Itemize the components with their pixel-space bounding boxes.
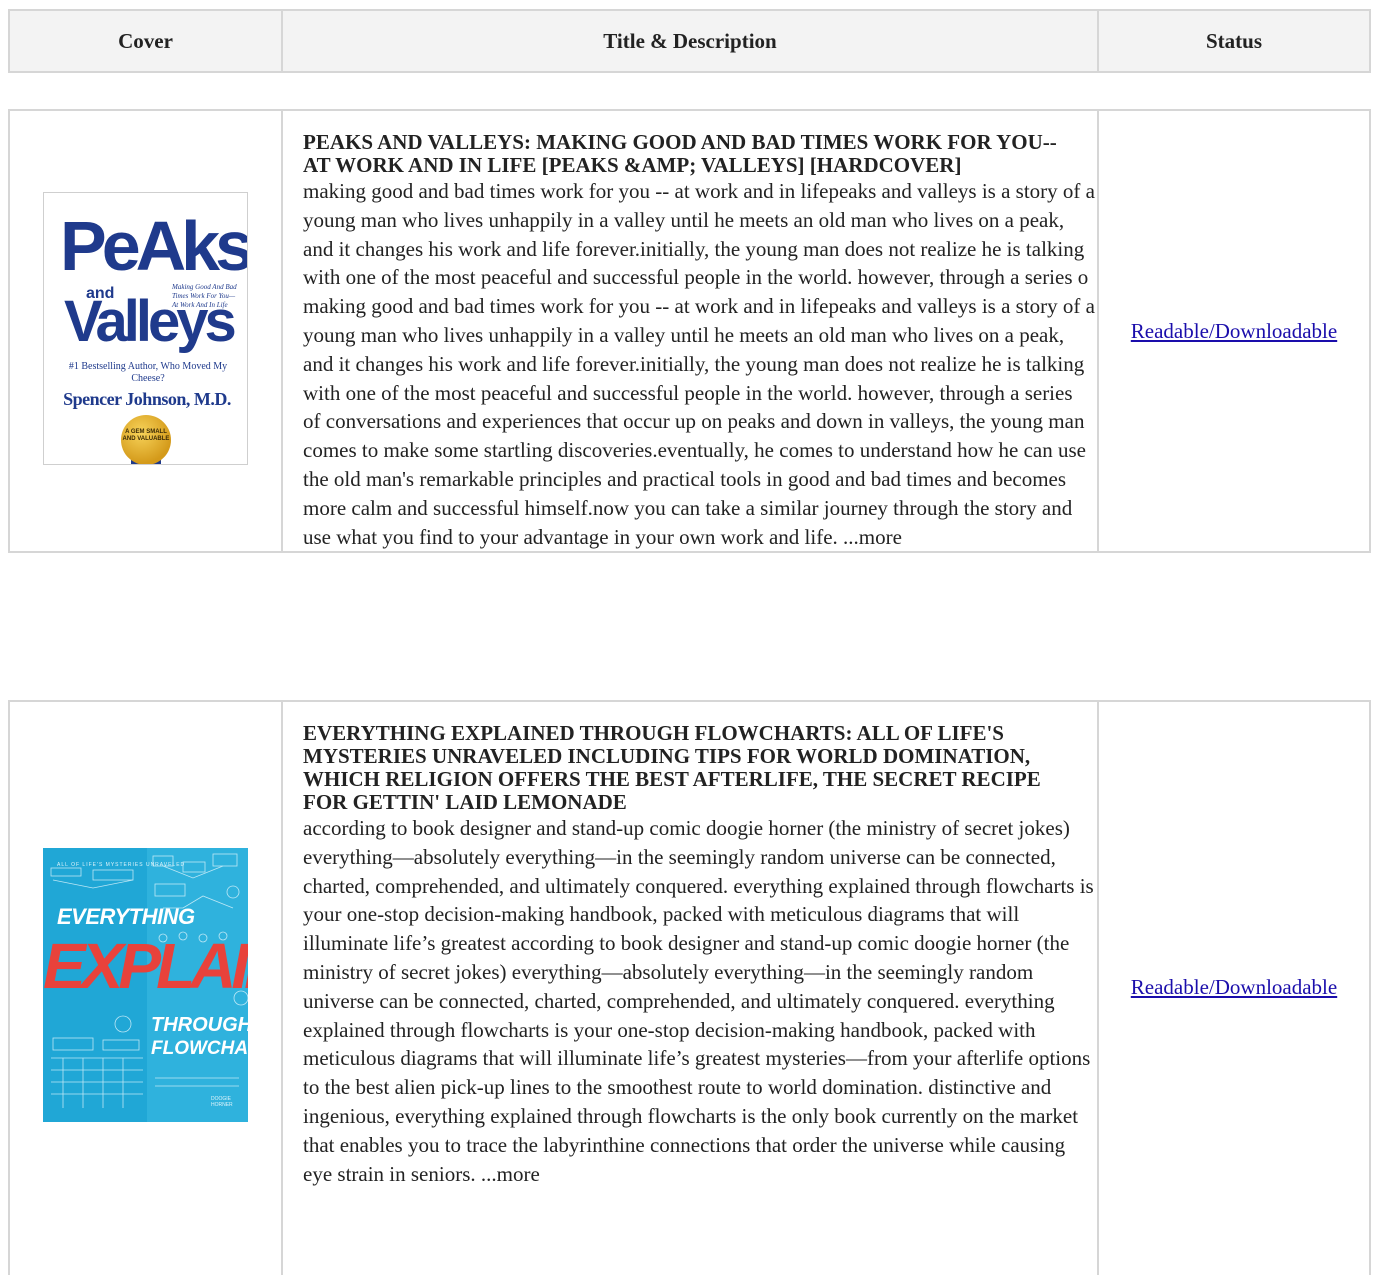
book-row-table: ALL OF LIFE'S MYSTERIES UNRAVELED EVERYT… <box>8 700 1371 1275</box>
book-row-table: PeAks and Valleys Making Good And Bad Ti… <box>8 108 1371 554</box>
seal-text: A GEM SMALL AND VALUABLE <box>122 429 170 443</box>
table-row: PeAks and Valleys Making Good And Bad Ti… <box>8 108 1371 554</box>
cover-top-line: ALL OF LIFE'S MYSTERIES UNRAVELED <box>57 862 186 868</box>
title-description-cell: PEAKS AND VALLEYS: MAKING GOOD AND BAD T… <box>281 108 1099 554</box>
book-cover-image[interactable]: PeAks and Valleys Making Good And Bad Ti… <box>43 192 248 466</box>
readable-downloadable-link[interactable]: Readable/Downloadable <box>1131 975 1337 999</box>
column-header-status: Status <box>1097 9 1371 73</box>
book-title: PEAKS AND VALLEYS: MAKING GOOD AND BAD T… <box>303 130 1057 177</box>
cover-word-through: THROUGH <box>151 1014 248 1036</box>
page: Cover Title & Description Status PeAks a… <box>0 0 1375 1275</box>
cover-word-everything: EVERYTHING <box>57 904 195 929</box>
cover-author: DOOGIE HORNER <box>211 1096 233 1108</box>
title-description-cell: EVERYTHING EXPLAINED THROUGH FLOWCHARTS:… <box>281 700 1099 1275</box>
book-cover-image[interactable]: ALL OF LIFE'S MYSTERIES UNRAVELED EVERYT… <box>43 848 248 1122</box>
status-cell: Readable/Downloadable <box>1097 108 1371 554</box>
book-description: according to book designer and stand-up … <box>303 816 1094 1186</box>
results-header-table: Cover Title & Description Status <box>8 9 1371 73</box>
book-description: making good and bad times work for you -… <box>303 179 1095 549</box>
cover-word-flowcharts: FLOWCHARTS <box>151 1038 248 1059</box>
header-row: Cover Title & Description Status <box>8 9 1371 73</box>
cover-cell: ALL OF LIFE'S MYSTERIES UNRAVELED EVERYT… <box>8 700 283 1275</box>
cover-title-line1: PeAks <box>60 207 248 286</box>
cover-cell: PeAks and Valleys Making Good And Bad Ti… <box>8 108 283 554</box>
book-title: EVERYTHING EXPLAINED THROUGH FLOWCHARTS:… <box>303 721 1041 814</box>
cover-word-explained: EXPLAINED <box>43 930 248 1002</box>
table-row: ALL OF LIFE'S MYSTERIES UNRAVELED EVERYT… <box>8 700 1371 1275</box>
readable-downloadable-link[interactable]: Readable/Downloadable <box>1131 319 1337 343</box>
column-header-title-description: Title & Description <box>281 9 1099 73</box>
cover-tagline: Making Good And Bad Times Work For You— … <box>172 283 237 310</box>
cover-author: Spencer Johnson, M.D. <box>63 389 231 410</box>
status-cell: Readable/Downloadable <box>1097 700 1371 1275</box>
column-header-cover: Cover <box>8 9 283 73</box>
cover-author-note: #1 Bestselling Author, Who Moved My Chee… <box>68 361 228 385</box>
